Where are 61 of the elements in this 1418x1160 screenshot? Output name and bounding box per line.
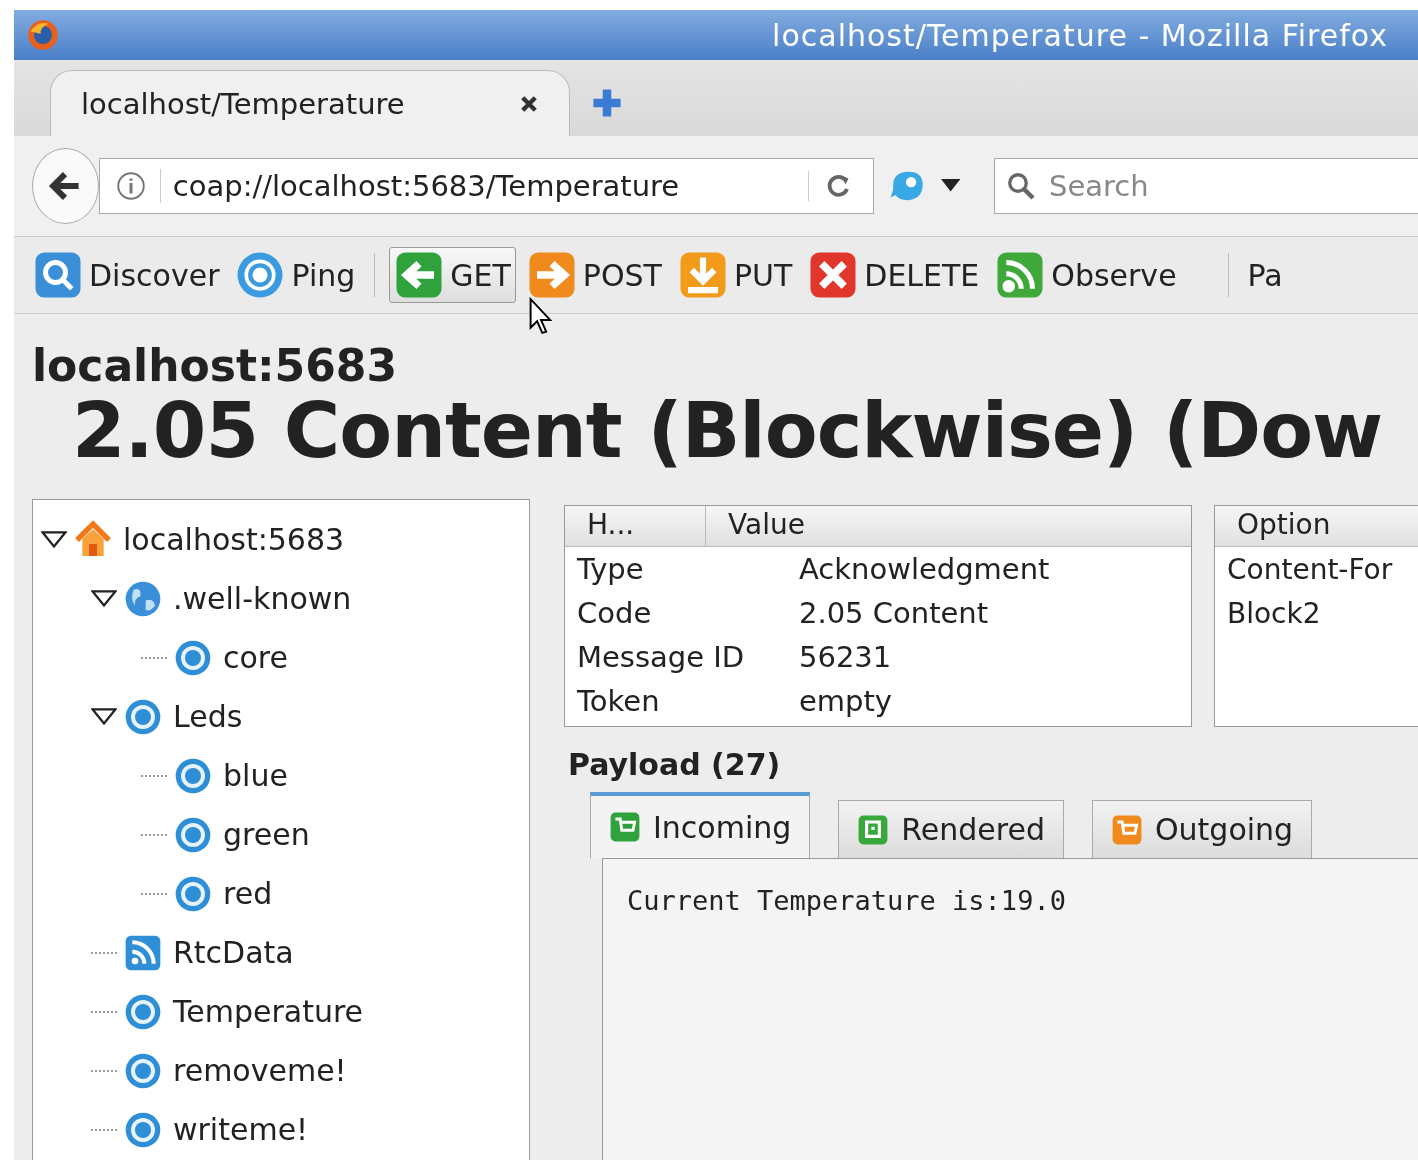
table-cell-text: Message ID <box>577 640 746 674</box>
tree-item[interactable]: removeme! <box>33 1041 529 1100</box>
search-icon <box>1006 171 1036 201</box>
response-status: 2.05 Content (Blockwise) (Dow <box>72 391 1384 471</box>
host-heading: localhost:5683 <box>32 340 398 391</box>
table-cell: Acknowledgment <box>799 552 1050 586</box>
feed-icon <box>995 250 1046 300</box>
cart-icon <box>609 811 641 843</box>
tab-title: localhost/Temperature <box>81 86 406 121</box>
table-cell-text: Token <box>577 684 661 718</box>
column-header[interactable]: H... <box>565 506 706 546</box>
tree-item[interactable]: blue <box>33 746 529 805</box>
payload-tab[interactable]: Incoming <box>590 792 811 858</box>
payload-text: Current Temperature is:19.0 <box>627 885 1066 916</box>
table-cell: Content-For <box>1227 552 1393 586</box>
close-icon[interactable] <box>519 93 539 114</box>
toolbar-button[interactable]: Discover <box>28 247 225 303</box>
tree-item[interactable]: red <box>33 864 529 923</box>
browser-tab[interactable]: localhost/Temperature <box>50 70 570 136</box>
search-field[interactable]: Search <box>994 158 1418 214</box>
table-cell: 2.05 Content <box>799 596 989 630</box>
dropdown-caret-icon[interactable] <box>940 178 960 194</box>
new-tab-icon[interactable] <box>590 86 624 120</box>
cart-icon <box>1111 813 1143 846</box>
table-cell: Block2 <box>1227 596 1321 630</box>
close-icon <box>808 250 859 300</box>
toolbar-button[interactable]: DELETE <box>803 247 985 303</box>
browser-logo-icon <box>26 18 60 52</box>
tree-item[interactable]: RtcData <box>33 923 529 982</box>
table-cell-text: Type <box>577 552 645 586</box>
tree-item[interactable]: .well-known <box>33 569 529 628</box>
tree-item[interactable]: green <box>33 805 529 864</box>
tree-item[interactable]: Temperature <box>33 982 529 1041</box>
payload-tab[interactable]: Rendered <box>838 800 1064 858</box>
table-cell: 56231 <box>799 640 892 674</box>
tree-item[interactable]: core <box>33 628 529 687</box>
toolbar-button[interactable]: Ping <box>230 247 361 303</box>
expand-triangle-icon[interactable] <box>91 707 117 726</box>
table-cell-text: Code <box>577 596 653 630</box>
tree-item[interactable]: localhost:5683 <box>33 510 529 569</box>
payload-heading: Payload (27) <box>568 747 782 782</box>
expand-triangle-icon[interactable] <box>91 589 117 608</box>
tree-item[interactable]: Leds <box>33 687 529 746</box>
payload-text-area[interactable]: Current Temperature is:19.0 <box>602 858 1418 1160</box>
column-header[interactable]: Option <box>1215 506 1418 546</box>
search-icon <box>33 250 83 300</box>
tree-item[interactable]: writeme! <box>33 1100 529 1159</box>
info-icon <box>115 171 146 201</box>
url-text: coap://localhost:5683/Temperature <box>159 169 795 203</box>
toolbar-button[interactable]: POST <box>521 247 667 303</box>
toolbar-button[interactable]: GET <box>389 247 516 303</box>
cursor-icon <box>528 296 554 336</box>
column-header[interactable]: Value <box>706 506 1191 546</box>
table-cell: empty <box>799 684 893 718</box>
toolbar-button[interactable]: PUT <box>672 247 798 303</box>
payload-tab[interactable]: Outgoing <box>1092 800 1313 858</box>
toolbar-button[interactable]: Observe <box>990 247 1182 303</box>
window-title: localhost/Temperature - Mozilla Firefox <box>772 17 1388 53</box>
toolbar-button[interactable]: Pa <box>1242 254 1288 296</box>
address-field[interactable]: coap://localhost:5683/Temperature <box>98 158 875 214</box>
expand-triangle-icon[interactable] <box>41 530 67 549</box>
